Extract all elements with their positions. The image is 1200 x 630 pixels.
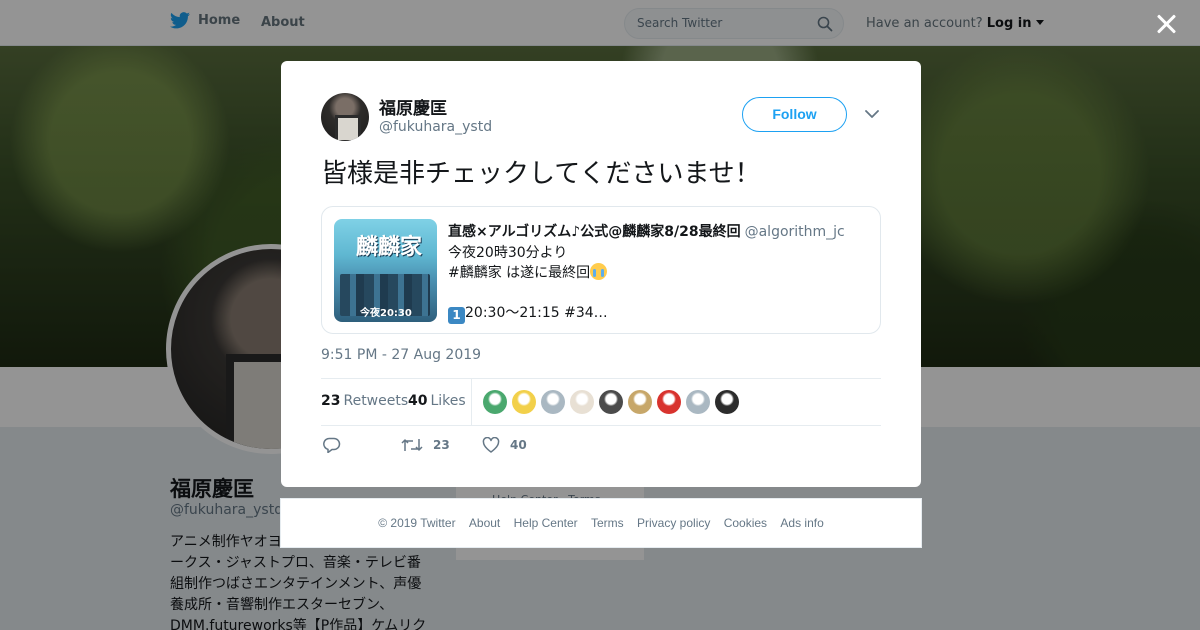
likes-label: Likes — [430, 393, 466, 409]
tweet-actions: 23 40 — [321, 435, 621, 459]
follow-button[interactable]: Follow — [742, 97, 847, 132]
quoted-text-line: 1 20:30～21:15 #34… — [448, 302, 608, 324]
author-handle[interactable]: @fukuhara_ystd — [379, 119, 492, 135]
quoted-text-hashtag-line: #麟麟家 は遂に最終回 — [448, 265, 591, 281]
footer-copyright: © 2019 Twitter — [378, 516, 456, 530]
tweet-modal: 福原慶匡 @fukuhara_ystd Follow 皆様是非チェックしてくださ… — [281, 61, 921, 487]
quoted-tweet-card[interactable]: 麟麟家 今夜20:30 直感×アルゴリズム♪公式@麟麟家8/28最終回 @algo… — [321, 206, 881, 334]
quoted-author-handle: @algorithm_jc — [744, 224, 845, 240]
quoted-media-caption: 今夜20:30 — [360, 308, 412, 319]
liker-avatar[interactable] — [599, 390, 623, 414]
quoted-tweet-media[interactable]: 麟麟家 今夜20:30 — [334, 219, 437, 322]
liker-avatar[interactable] — [628, 390, 652, 414]
quoted-text-line: #麟麟家 は遂に最終回 — [448, 262, 608, 282]
retweets-count: 23 — [321, 393, 341, 409]
keycap-one-icon: 1 — [448, 307, 465, 324]
footer-cookies-link[interactable]: Cookies — [724, 516, 767, 530]
tweet-timestamp[interactable]: 9:51 PM - 27 Aug 2019 — [321, 347, 481, 363]
liker-avatar[interactable] — [541, 390, 565, 414]
quoted-author-name: 直感×アルゴリズム♪公式@麟麟家8/28最終回 — [448, 224, 741, 240]
retweet-icon — [401, 439, 423, 451]
footer-about-link[interactable]: About — [469, 516, 500, 530]
heart-icon — [482, 437, 500, 453]
liker-avatar[interactable] — [512, 390, 536, 414]
liker-avatars — [483, 390, 739, 414]
crying-face-icon — [590, 263, 608, 280]
like-button[interactable]: 40 — [482, 437, 527, 453]
footer-help-link[interactable]: Help Center — [514, 516, 578, 530]
author-name[interactable]: 福原慶匡 — [379, 94, 447, 119]
footer-ads-link[interactable]: Ads info — [780, 516, 823, 530]
liker-avatar[interactable] — [657, 390, 681, 414]
quoted-text-schedule: 20:30～21:15 #34… — [465, 305, 608, 321]
quoted-text-line: 今夜20時30分より — [448, 245, 568, 261]
likes-count: 40 — [408, 393, 428, 409]
modal-footer: © 2019 Twitter About Help Center Terms P… — [280, 498, 922, 548]
footer-terms-link[interactable]: Terms — [591, 516, 624, 530]
liker-avatar[interactable] — [686, 390, 710, 414]
close-icon[interactable] — [1154, 12, 1178, 36]
likes-stat[interactable]: 40 Likes — [408, 393, 466, 409]
footer-privacy-link[interactable]: Privacy policy — [637, 516, 710, 530]
retweets-label: Retweets — [343, 393, 409, 409]
quoted-author: 直感×アルゴリズム♪公式@麟麟家8/28最終回 @algorithm_jc — [448, 221, 845, 241]
stats-divider — [471, 379, 472, 426]
liker-avatar[interactable] — [483, 390, 507, 414]
liker-avatar[interactable] — [715, 390, 739, 414]
author-avatar[interactable] — [321, 93, 369, 141]
tweet-text: 皆様是非チェックしてくださいませ！ — [321, 159, 761, 189]
retweet-button[interactable]: 23 — [401, 437, 450, 453]
reply-button[interactable] — [323, 437, 341, 453]
chevron-down-icon[interactable] — [865, 109, 879, 119]
tweet-stats: 23 Retweets 40 Likes — [321, 378, 881, 426]
footer-links: © 2019 Twitter About Help Center Terms P… — [281, 516, 921, 530]
quoted-media-title: 麟麟家 — [356, 234, 423, 260]
retweet-action-count: 23 — [433, 438, 450, 452]
retweets-stat[interactable]: 23 Retweets — [321, 393, 408, 409]
like-action-count: 40 — [510, 438, 527, 452]
liker-avatar[interactable] — [570, 390, 594, 414]
reply-icon — [323, 437, 341, 453]
